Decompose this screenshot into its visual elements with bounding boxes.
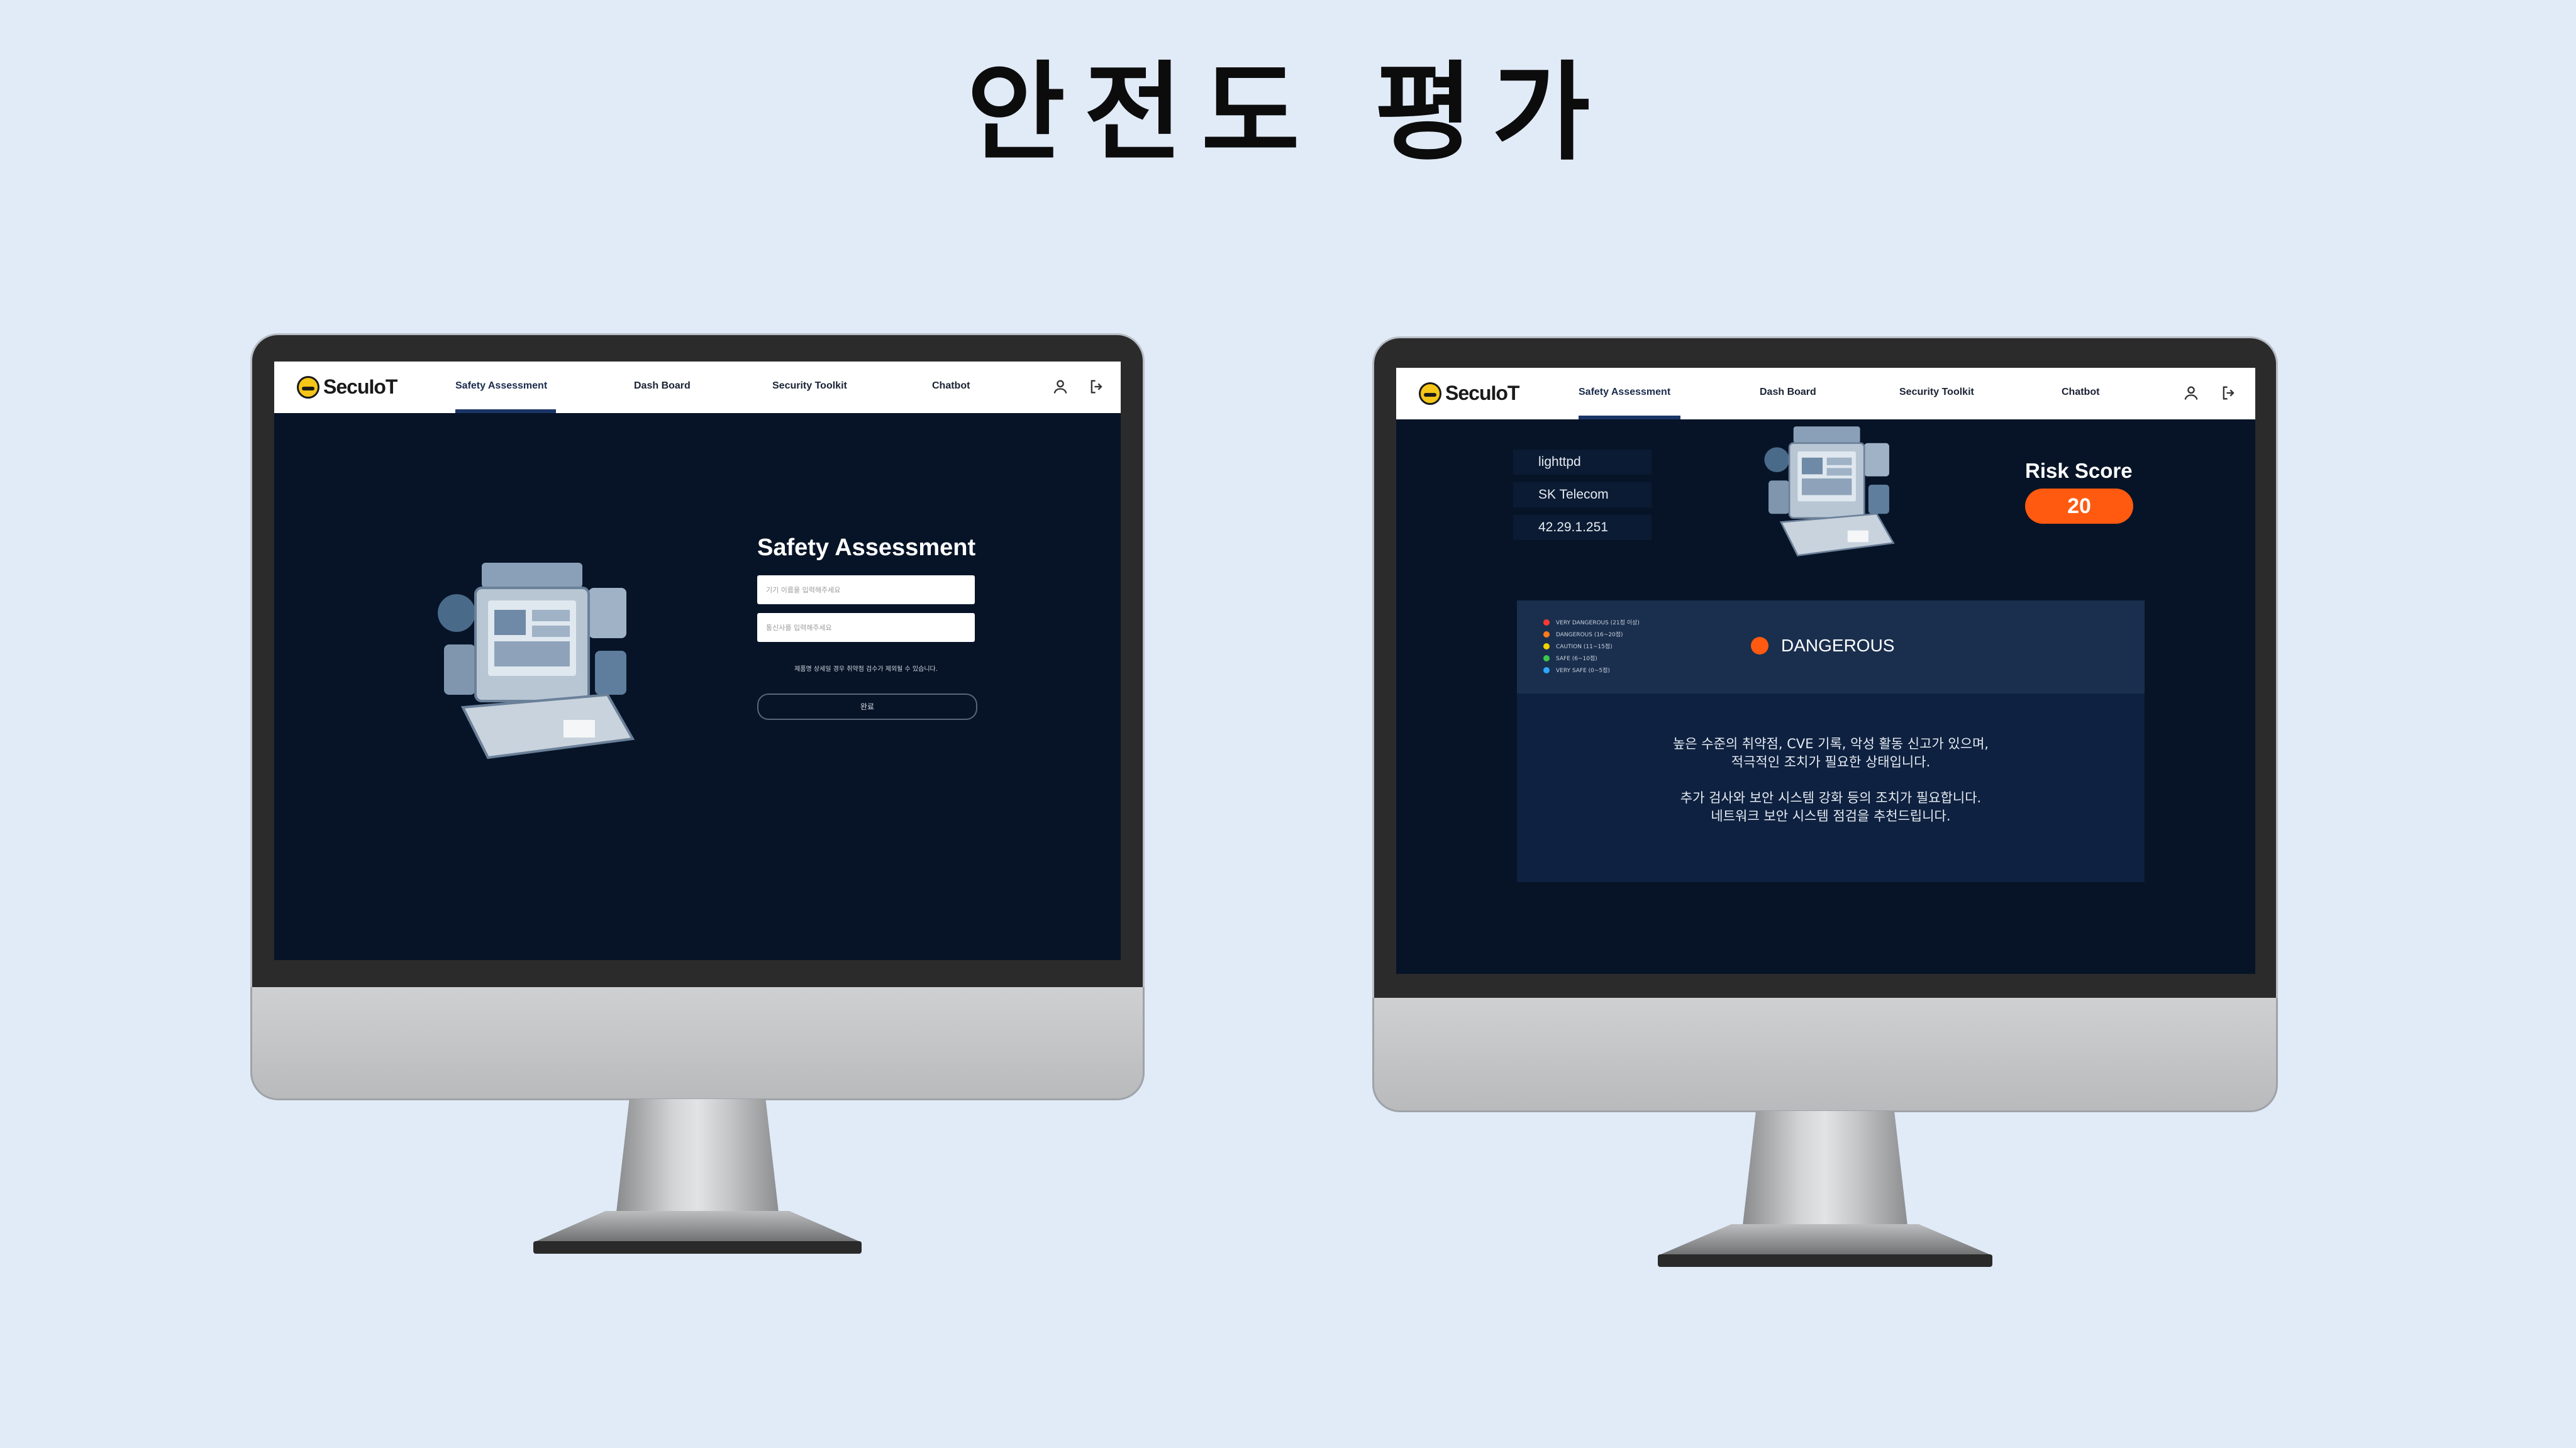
laptop-illustration (438, 563, 635, 760)
legend-safe: SAFE (6~10점) (1543, 654, 1597, 662)
legend-very-dangerous: VERY DANGEROUS (21점 이상) (1543, 618, 1640, 626)
nav-active-indicator (455, 409, 556, 413)
right-screen: SecuIoT Safety Assessment Dash Board Sec… (1396, 368, 2255, 974)
laptop-illustration (1764, 426, 1895, 556)
result-card: VERY DANGEROUS (21점 이상) DANGEROUS (16~20… (1517, 600, 2145, 882)
nav-chatbot[interactable]: Chatbot (932, 380, 970, 392)
brand-name: SecuIoT (323, 375, 397, 398)
slide-title: 안전도 평가 (967, 51, 1609, 175)
status-label: DANGEROUS (1781, 636, 1895, 655)
device-info-carrier: SK Telecom (1513, 482, 1652, 507)
status-indicator-dot (1751, 637, 1768, 655)
risk-score-label: Risk Score (2025, 459, 2133, 482)
assessment-hint: 제품명 상세일 경우 취약점 검수가 제외될 수 있습니다. (794, 666, 938, 673)
left-screen: SecuIoT Safety Assessment Dash Board Sec… (274, 362, 1121, 960)
panel-title: Safety Assessment (757, 534, 976, 561)
result-header: VERY DANGEROUS (21점 이상) DANGEROUS (16~20… (1517, 600, 2145, 694)
monitor-neck (616, 1099, 779, 1212)
description-line-2: 적극적인 조치가 필요한 상태입니다. (1731, 754, 1931, 770)
nav-security-toolkit[interactable]: Security Toolkit (772, 380, 847, 392)
right-monitor: SecuIoT Safety Assessment Dash Board Sec… (1372, 336, 2278, 1317)
monitor-chin (1372, 998, 2278, 1112)
top-nav: SecuIoT Safety Assessment Dash Board Sec… (1396, 368, 2255, 419)
legend-dangerous: DANGEROUS (16~20점) (1543, 630, 1623, 638)
logo-icon (297, 375, 319, 399)
nav-dash-board[interactable]: Dash Board (634, 380, 691, 392)
brand-name: SecuIoT (1445, 382, 1519, 404)
monitor-foot-base (533, 1241, 862, 1254)
legend-caution: CAUTION (11~15점) (1543, 642, 1613, 650)
top-nav: SecuIoT Safety Assessment Dash Board Sec… (274, 362, 1121, 413)
carrier-input[interactable] (757, 613, 975, 642)
description-line-1: 높은 수준의 취약점, CVE 기록, 악성 활동 신고가 있으며, (1672, 736, 1989, 751)
left-monitor: SecuIoT Safety Assessment Dash Board Sec… (250, 333, 1145, 1305)
device-name-input[interactable] (757, 575, 975, 604)
logo-icon (1419, 382, 1441, 405)
logout-icon[interactable] (1088, 378, 1106, 395)
user-icon[interactable] (2182, 384, 2200, 402)
description-line-3: 추가 검사와 보안 시스템 강화 등의 조치가 필요합니다. (1680, 790, 1982, 805)
device-info-ip: 42.29.1.251 (1513, 515, 1652, 540)
brand-logo[interactable]: SecuIoT (1419, 382, 1519, 405)
logout-icon[interactable] (2220, 384, 2238, 402)
submit-button[interactable]: 완료 (757, 694, 977, 720)
nav-safety-assessment[interactable]: Safety Assessment (1579, 387, 1670, 398)
brand-logo[interactable]: SecuIoT (297, 375, 397, 399)
monitor-foot-base (1658, 1254, 1992, 1267)
risk-score-value: 20 (2025, 489, 2133, 524)
nav-safety-assessment[interactable]: Safety Assessment (455, 380, 547, 392)
description-line-4: 네트워크 보안 시스템 점검을 추천드립니다. (1711, 809, 1951, 824)
monitor-chin (250, 987, 1145, 1100)
monitor-neck (1743, 1111, 1907, 1225)
legend-very-safe: VERY SAFE (0~5점) (1543, 666, 1610, 674)
device-info-product: lighttpd (1513, 450, 1652, 475)
user-icon[interactable] (1052, 378, 1069, 395)
nav-active-indicator (1579, 416, 1680, 419)
nav-security-toolkit[interactable]: Security Toolkit (1899, 387, 1974, 398)
nav-chatbot[interactable]: Chatbot (2062, 387, 2099, 398)
nav-dash-board[interactable]: Dash Board (1760, 387, 1816, 398)
monitor-foot (533, 1211, 862, 1242)
monitor-foot (1658, 1224, 1992, 1256)
